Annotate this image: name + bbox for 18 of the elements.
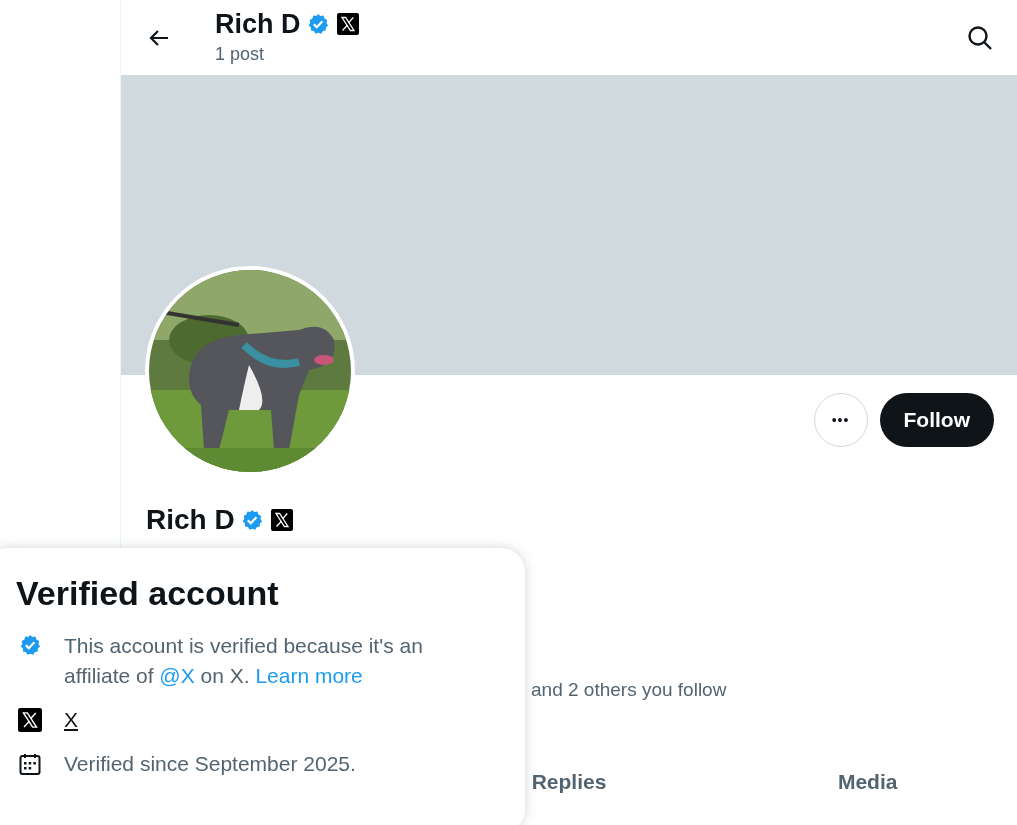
x-logo-icon xyxy=(18,708,42,732)
more-options-button[interactable]: ••• xyxy=(813,393,868,447)
profile-name: Rich D xyxy=(215,8,301,40)
affiliate-link[interactable]: X xyxy=(64,708,78,731)
calendar-icon xyxy=(18,752,42,776)
followers-note: and 2 others you follow xyxy=(531,679,728,701)
verification-note: This account is verified because it's an affiliate of @X on X. Learn more xyxy=(64,633,424,689)
profile-name: Rich D xyxy=(146,504,235,536)
verified-badge-icon xyxy=(19,634,41,656)
x-logo-icon xyxy=(336,13,359,35)
verified-badge-icon xyxy=(306,13,329,35)
post-count: 1 post xyxy=(215,43,266,65)
profile-tab[interactable]: Replies xyxy=(525,766,613,802)
verified-since-note: Verified since September 2025. xyxy=(64,751,356,777)
search-icon[interactable] xyxy=(966,23,994,52)
profile-tab[interactable]: Media xyxy=(831,766,904,802)
popover-title: Verified account xyxy=(16,574,280,613)
follow-button[interactable]: Follow xyxy=(879,393,994,447)
